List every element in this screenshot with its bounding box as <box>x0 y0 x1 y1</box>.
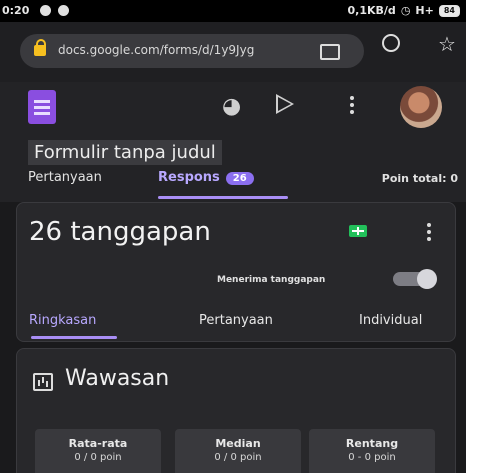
phone-screen: 0:20 0,1KB/d ◷ H+ 84 docs.google.com/for… <box>0 0 466 473</box>
status-right: 0,1KB/d ◷ H+ 84 <box>348 4 460 17</box>
stat-median: Median 0 / 0 poin <box>175 429 301 473</box>
forms-logo-icon[interactable] <box>28 90 56 124</box>
signal-label: H+ <box>415 4 434 17</box>
palette-icon[interactable]: ◕ <box>222 94 241 119</box>
stat-label: Rata-rata <box>68 437 128 450</box>
responses-card: 26 tanggapan Menerima tanggapan Ringkasa… <box>16 202 456 342</box>
battery-icon: 84 <box>438 4 460 17</box>
tabs-icon[interactable] <box>320 44 340 60</box>
status-time: 0:20 <box>2 4 30 17</box>
total-points: Poin total: 0 <box>381 172 458 185</box>
insights-card: Wawasan Rata-rata 0 / 0 poin Median 0 / … <box>16 348 456 473</box>
responses-count-badge: 26 <box>225 172 254 185</box>
url-text[interactable]: docs.google.com/forms/d/1y9Jyg <box>58 43 254 57</box>
tab-individual[interactable]: Individual <box>359 313 422 328</box>
forms-header: ◕ Formulir tanpa judul Pertanyaan Respon… <box>0 82 466 202</box>
stat-label: Rentang <box>345 437 399 450</box>
star-icon[interactable]: ☆ <box>438 32 456 56</box>
app-notification-icon <box>58 5 69 16</box>
send-icon[interactable] <box>276 94 294 114</box>
stat-label: Median <box>215 437 261 450</box>
active-tab-indicator <box>158 196 288 199</box>
more-icon[interactable] <box>350 96 354 117</box>
active-sub-tab-indicator <box>31 336 117 339</box>
tab-summary[interactable]: Ringkasan <box>29 313 96 328</box>
alarm-icon: ◷ <box>400 4 411 17</box>
tab-questions[interactable]: Pertanyaan <box>28 170 102 185</box>
address-bar[interactable]: docs.google.com/forms/d/1y9Jyg <box>20 34 364 68</box>
response-sub-tabs: Ringkasan Pertanyaan Individual <box>29 203 449 341</box>
insights-title: Wawasan <box>65 366 170 391</box>
browser-toolbar: docs.google.com/forms/d/1y9Jyg ☆ <box>0 22 466 82</box>
stat-range: Rentang 0 - 0 poin <box>309 429 435 473</box>
insights-icon <box>33 373 53 391</box>
page-margin <box>466 0 478 473</box>
form-title[interactable]: Formulir tanpa judul <box>28 140 222 165</box>
stat-value: 0 / 0 poin <box>74 452 122 463</box>
network-speed: 0,1KB/d <box>347 4 396 17</box>
stat-value: 0 / 0 poin <box>214 452 262 463</box>
stat-value: 0 - 0 poin <box>348 452 396 463</box>
tab-responses-label: Respons <box>158 170 220 185</box>
tab-responses[interactable]: Respons 26 <box>158 170 254 185</box>
avatar[interactable] <box>400 86 442 128</box>
lock-icon <box>34 39 46 56</box>
form-tabs: Pertanyaan Respons 26 Poin total: 0 <box>28 170 458 202</box>
tab-question[interactable]: Pertanyaan <box>199 313 273 328</box>
notification-icon <box>40 5 51 16</box>
stat-average: Rata-rata 0 / 0 poin <box>35 429 161 473</box>
status-bar: 0:20 0,1KB/d ◷ H+ 84 <box>0 0 466 22</box>
reload-icon[interactable] <box>382 34 400 52</box>
